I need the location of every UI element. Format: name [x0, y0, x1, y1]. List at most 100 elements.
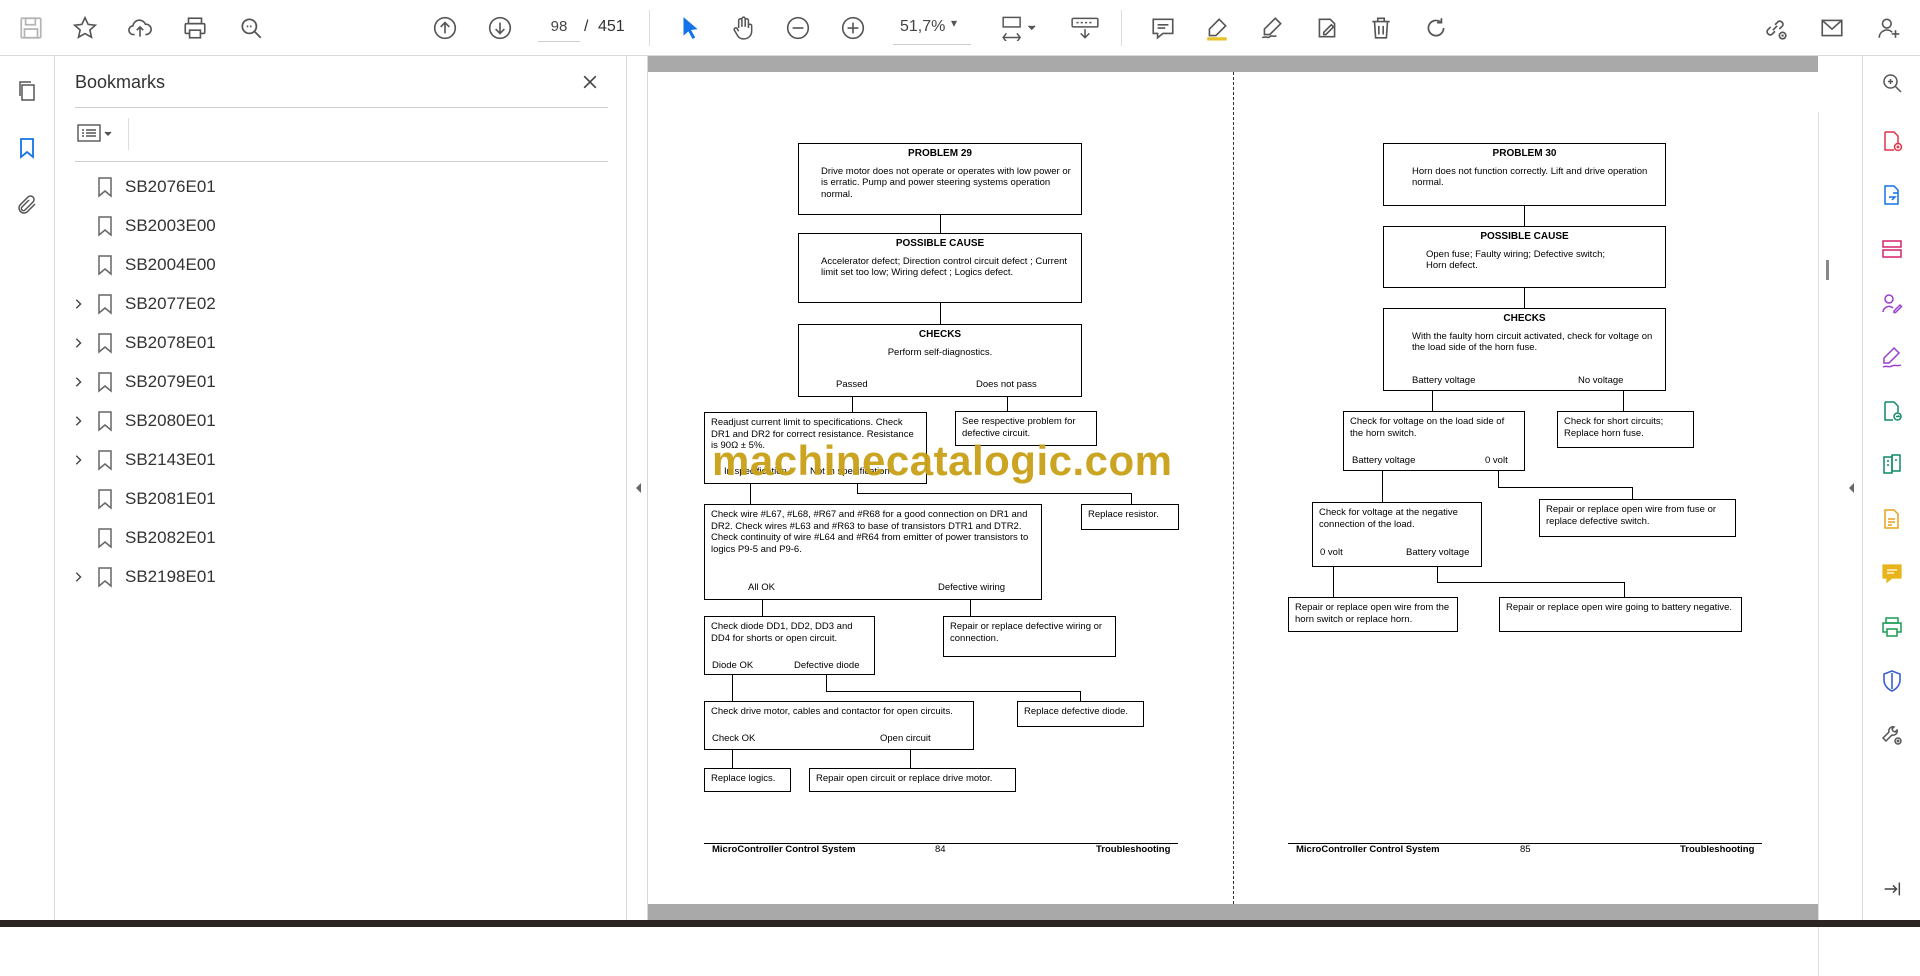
bookmark-item[interactable]: SB2082E01: [56, 521, 616, 555]
export-pdf-icon[interactable]: [1877, 180, 1907, 210]
bookmark-icon: [96, 449, 114, 471]
bookmark-icon: [96, 332, 114, 354]
protect-shield-icon[interactable]: [1877, 666, 1907, 696]
chevron-right-icon[interactable]: [71, 414, 85, 428]
bookmark-item[interactable]: SB2004E00: [56, 248, 616, 282]
vertical-scrollbar[interactable]: [1818, 112, 1842, 976]
keyboard-scroll-icon[interactable]: [1068, 13, 1102, 43]
create-pdf-icon[interactable]: [1877, 126, 1907, 156]
page-thumbnails-icon[interactable]: [12, 76, 42, 106]
page-fit-icon[interactable]: [997, 13, 1039, 43]
footer-section: Troubleshooting: [1096, 844, 1171, 855]
connector: [1632, 487, 1633, 499]
option-battery-voltage-2: Battery voltage: [1352, 455, 1416, 466]
see-problem-text: See respective problem for defective cir…: [962, 416, 1076, 439]
organize-pages-icon[interactable]: [1877, 234, 1907, 264]
option-no-voltage: No voltage: [1578, 375, 1624, 386]
bookmark-item[interactable]: SB2143E01: [56, 443, 616, 477]
trash-icon[interactable]: [1366, 13, 1396, 43]
attachment-icon[interactable]: [12, 190, 42, 220]
page-number-input[interactable]: [538, 12, 580, 42]
connector: [826, 691, 1080, 692]
bookmark-item[interactable]: SB2003E00: [56, 209, 616, 243]
chevron-right-icon[interactable]: [71, 297, 85, 311]
repair-battery-text: Repair or replace open wire going to bat…: [1506, 602, 1733, 613]
upload-cloud-icon[interactable]: [125, 13, 155, 43]
compare-files-icon[interactable]: [1877, 450, 1907, 480]
possible-cause-box: POSSIBLE CAUSE Open fuse; Faulty wiring;…: [1383, 226, 1666, 288]
zoom-in-icon[interactable]: [838, 13, 868, 43]
footer-title: MicroController Control System: [1296, 844, 1440, 855]
draw-signature-icon[interactable]: [1257, 13, 1287, 43]
replace-logics-text: Replace logics.: [711, 773, 776, 784]
page-total: 451: [598, 18, 625, 35]
edit-document-icon[interactable]: [1312, 13, 1342, 43]
print-production-icon[interactable]: [1877, 612, 1907, 642]
bookmark-item[interactable]: SB2081E01: [56, 482, 616, 516]
highlight-pen-icon[interactable]: [1202, 13, 1232, 43]
scrollbar-thumb[interactable]: [1826, 260, 1829, 280]
page-divider: [1233, 72, 1234, 904]
bookmark-item[interactable]: SB2080E01: [56, 404, 616, 438]
chevron-right-icon[interactable]: [71, 375, 85, 389]
bookmark-label: SB2076E01: [125, 177, 216, 196]
panel-divider: [75, 107, 608, 108]
connector: [1624, 582, 1625, 597]
next-page-icon[interactable]: [485, 13, 515, 43]
check-short-text: Check for short circuits; Replace horn f…: [1564, 416, 1664, 439]
toolbar-divider: [1121, 10, 1122, 46]
account-icon[interactable]: [1874, 13, 1904, 43]
bookmark-item[interactable]: SB2079E01: [56, 365, 616, 399]
redo-rotate-icon[interactable]: [1421, 13, 1451, 43]
page-separator: /: [584, 18, 589, 35]
zoom-dropdown-caret[interactable]: ▾: [951, 16, 957, 30]
chevron-right-icon[interactable]: [71, 453, 85, 467]
request-signature-icon[interactable]: [1877, 288, 1907, 318]
bookmark-item[interactable]: SB2078E01: [56, 326, 616, 360]
connector: [970, 600, 971, 616]
print-icon[interactable]: [180, 13, 210, 43]
previous-page-icon[interactable]: [430, 13, 460, 43]
bookmark-item[interactable]: SB2077E02: [56, 287, 616, 321]
more-tools-icon[interactable]: [1877, 720, 1907, 750]
document-gutter: [648, 56, 1818, 72]
bookmark-label: SB2079E01: [125, 372, 216, 391]
bookmark-icon[interactable]: [12, 133, 42, 163]
comment-icon[interactable]: [1148, 13, 1178, 43]
bookmark-item[interactable]: SB2076E01: [56, 170, 616, 204]
star-icon[interactable]: [70, 13, 100, 43]
send-for-review-icon[interactable]: [1877, 396, 1907, 426]
connector: [1432, 391, 1433, 411]
zoom-level-value[interactable]: 51,7%: [900, 18, 945, 36]
repair-wiring-text: Repair or replace defective wiring or co…: [950, 621, 1103, 644]
close-icon[interactable]: [576, 68, 604, 96]
hand-tool-icon[interactable]: [728, 13, 758, 43]
chevron-right-icon[interactable]: [71, 336, 85, 350]
email-icon[interactable]: [1817, 13, 1847, 43]
repair-wiring-box: Repair or replace defective wiring or co…: [943, 616, 1116, 657]
zoom-out-icon[interactable]: [783, 13, 813, 43]
chevron-right-icon[interactable]: [71, 570, 85, 584]
scan-ocr-icon[interactable]: [1877, 504, 1907, 534]
share-link-icon[interactable]: [1760, 13, 1790, 43]
fill-sign-icon[interactable]: [1877, 342, 1907, 372]
expand-panel-icon[interactable]: [1877, 874, 1907, 904]
replace-diode-box: Replace defective diode.: [1017, 701, 1144, 727]
collapse-left-icon[interactable]: [633, 480, 643, 496]
bookmark-icon: [96, 176, 114, 198]
check-load-side-text: Check for voltage on the load side of th…: [1350, 416, 1505, 439]
checks-text: With the faulty horn circuit activated, …: [1412, 330, 1653, 354]
check-diode-text: Check diode DD1, DD2, DD3 and DD4 for sh…: [711, 621, 853, 644]
option-zero-volt-2: 0 volt: [1320, 547, 1343, 558]
search-zoom-icon[interactable]: [236, 13, 266, 43]
connector: [762, 600, 763, 616]
select-cursor-icon[interactable]: [675, 13, 705, 43]
left-navigation-rail: [0, 56, 55, 920]
connector: [857, 484, 858, 493]
zoom-search-icon[interactable]: [1877, 68, 1907, 98]
bookmark-options-icon[interactable]: [75, 118, 123, 148]
collapse-right-icon[interactable]: [1846, 480, 1856, 496]
bookmark-item[interactable]: SB2198E01: [56, 560, 616, 594]
comment-tool-icon[interactable]: [1877, 558, 1907, 588]
save-icon[interactable]: [16, 13, 46, 43]
